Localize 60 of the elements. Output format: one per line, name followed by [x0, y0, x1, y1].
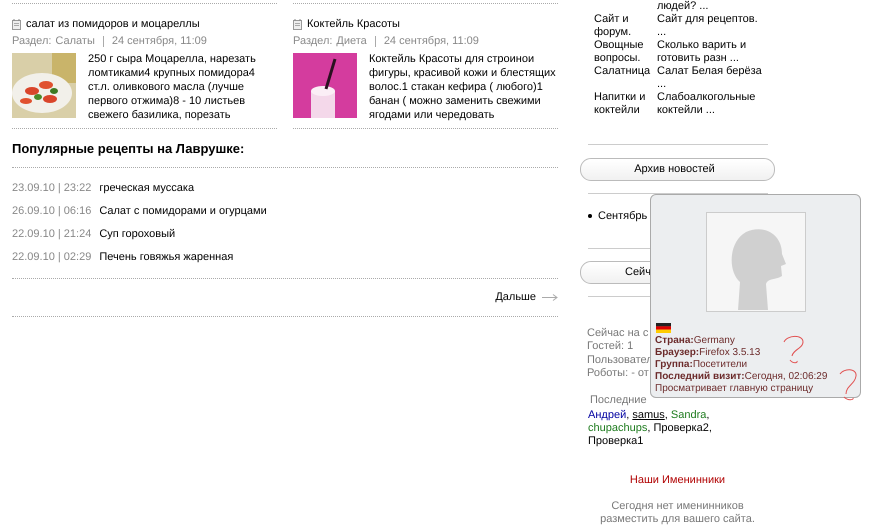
user-link[interactable]: chupachups [588, 422, 648, 434]
recent-users-label: Последние [589, 394, 647, 407]
avatar-icon [706, 212, 806, 312]
recipe-link[interactable]: Суп гороховый [99, 228, 176, 240]
topic-link[interactable]: Слабоалкогольные коктейли ... [657, 91, 763, 117]
recipe-timestamp: 22.09.10 | 21:24 [12, 228, 92, 240]
category-link[interactable]: Салатница [594, 65, 654, 91]
notepad-icon [293, 18, 302, 30]
topic-link[interactable]: Сколько варить и готовить разн ... [657, 39, 763, 65]
user-link[interactable]: Проверка2 [653, 422, 709, 434]
visitor-info-line: Браузер:Firefox 3.5.13 [655, 347, 760, 359]
category-link[interactable]: Сайт и форум. [594, 13, 654, 39]
online-stat: Роботы: - от [586, 367, 649, 380]
category-link[interactable]: Напитки и коктейли [594, 91, 654, 117]
section-label: Раздел: [293, 35, 332, 47]
topic-link[interactable]: людей? ... [657, 0, 763, 13]
article-title-link[interactable]: Коктейль Красоты [307, 18, 400, 30]
user-link[interactable]: Sandra [670, 409, 706, 421]
comma: , [647, 422, 650, 434]
user-link[interactable]: Андрей [588, 409, 626, 421]
section-heading: Популярные рецепты на Лаврушке: [12, 141, 246, 156]
topic-link[interactable]: Салат Белая берёза ... [657, 65, 763, 91]
archive-month-link[interactable]: Сентябрь [598, 210, 648, 223]
section-link[interactable]: Салаты [55, 35, 95, 47]
article-date: 24 сентября, 11:09 [384, 35, 479, 47]
flag-icon [656, 323, 671, 333]
article-title-link[interactable]: салат из помидоров и моцареллы [26, 18, 200, 30]
topic-link[interactable]: Сайт для рецептов. ... [657, 13, 763, 39]
comma: , [708, 422, 712, 434]
recipe-timestamp: 22.09.10 | 02:29 [12, 251, 92, 263]
article-excerpt: Коктейль Красоты для строинои фигуры, красивой кожи и блестящих волос.1 стакан кефира ( любого)1 банан ( можно заменить свежими ягодами или чередовать [369, 52, 557, 122]
recipe-link[interactable]: Салат с помидорами и огурцами [99, 205, 267, 217]
notepad-icon [12, 18, 21, 30]
section-label: Раздел: [12, 35, 52, 47]
birthdays-heading: Наши Именинники [628, 474, 726, 487]
recipe-timestamp: 23.09.10 | 23:22 [12, 182, 92, 194]
article-excerpt: 250 г сыра Моцарелла, нарезать ломтиками4 крупных помидора4 ст.л. оливкового масла (лучше первого отжима)8 - 10 листьев свежего базилика, порезать [88, 52, 257, 122]
comma: , [664, 409, 668, 421]
user-link[interactable]: Проверка1 [588, 435, 644, 447]
user-link[interactable]: samus [632, 409, 665, 421]
online-stat: Сейчас на с [586, 326, 648, 340]
online-stat: Гостей: 1 [586, 340, 634, 354]
recipe-link[interactable]: Печень говяжья жаренная [99, 251, 234, 263]
visitor-activity: Просматривает главную страницу [655, 383, 814, 395]
archive-button[interactable]: Архив новостей [580, 158, 775, 181]
more-link[interactable]: Дальше [495, 291, 536, 303]
birthdays-text: Сегодня нет именинников разместить для вашего сайта. [599, 500, 756, 526]
arrow-icon [542, 294, 558, 300]
visitor-info-line: Группа:Посетители [655, 359, 748, 371]
recipe-timestamp: 26.09.10 | 06:16 [12, 205, 92, 217]
comma: , [626, 409, 630, 421]
comma: , [706, 409, 710, 421]
visitor-info-line: Страна:Germany [655, 335, 735, 347]
category-link[interactable]: Овощные вопросы. [594, 39, 654, 65]
online-stat: Пользовател [586, 354, 653, 367]
article-date: 24 сентября, 11:09 [112, 35, 207, 47]
bullet-icon [588, 214, 592, 218]
recipe-link[interactable]: греческая муссака [99, 182, 194, 194]
section-link[interactable]: Диета [336, 35, 367, 47]
visitor-info-line: Последний визит:Сегодня, 02:06:29 [655, 371, 828, 383]
